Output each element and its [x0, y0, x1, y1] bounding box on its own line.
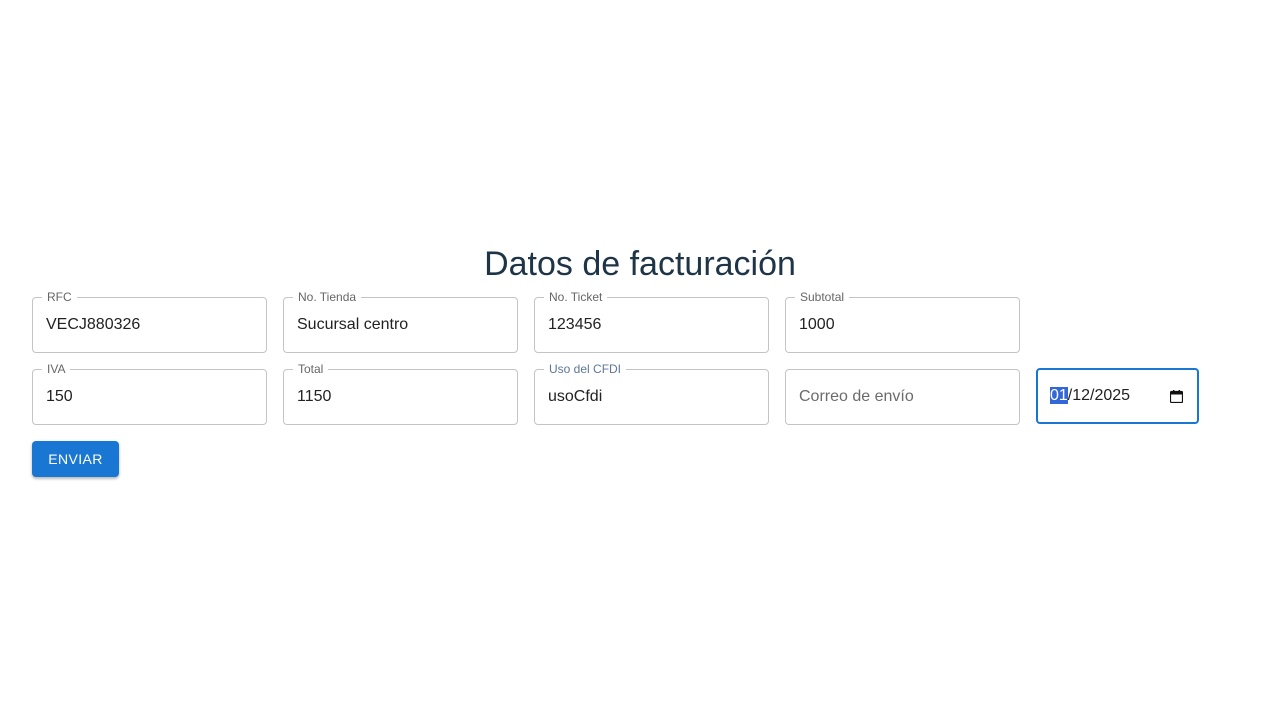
- tienda-value: Sucursal centro: [297, 316, 409, 333]
- correo-field[interactable]: Correo de envío: [785, 369, 1020, 425]
- page-title: Datos de facturación: [484, 245, 796, 283]
- total-field[interactable]: Total 1150: [283, 362, 518, 425]
- fecha-day-segment[interactable]: 01: [1050, 387, 1068, 404]
- enviar-button[interactable]: ENVIAR: [32, 441, 119, 477]
- correo-placeholder: Correo de envío: [799, 388, 914, 405]
- fecha-date-input[interactable]: 01/12/2025: [1036, 368, 1199, 424]
- subtotal-field[interactable]: Subtotal 1000: [785, 290, 1020, 353]
- fecha-month-year: /12/2025: [1067, 387, 1131, 404]
- subtotal-value: 1000: [799, 316, 835, 333]
- ticket-value: 123456: [548, 316, 602, 333]
- rfc-value: VECJ880326: [46, 316, 141, 333]
- fecha-value: 01/12/2025: [1050, 370, 1130, 422]
- ticket-field[interactable]: No. Ticket 123456: [534, 290, 769, 353]
- calendar-icon[interactable]: [1170, 390, 1183, 403]
- iva-field[interactable]: IVA 150: [32, 362, 267, 425]
- uso-cfdi-field[interactable]: Uso del CFDI usoCfdi: [534, 362, 769, 425]
- uso-cfdi-value: usoCfdi: [548, 388, 603, 405]
- invoice-page: Datos de facturación RFC VECJ880326 No. …: [0, 0, 1280, 720]
- iva-value: 150: [46, 388, 73, 405]
- tienda-field[interactable]: No. Tienda Sucursal centro: [283, 290, 518, 353]
- total-value: 1150: [297, 388, 332, 405]
- rfc-field[interactable]: RFC VECJ880326: [32, 290, 267, 353]
